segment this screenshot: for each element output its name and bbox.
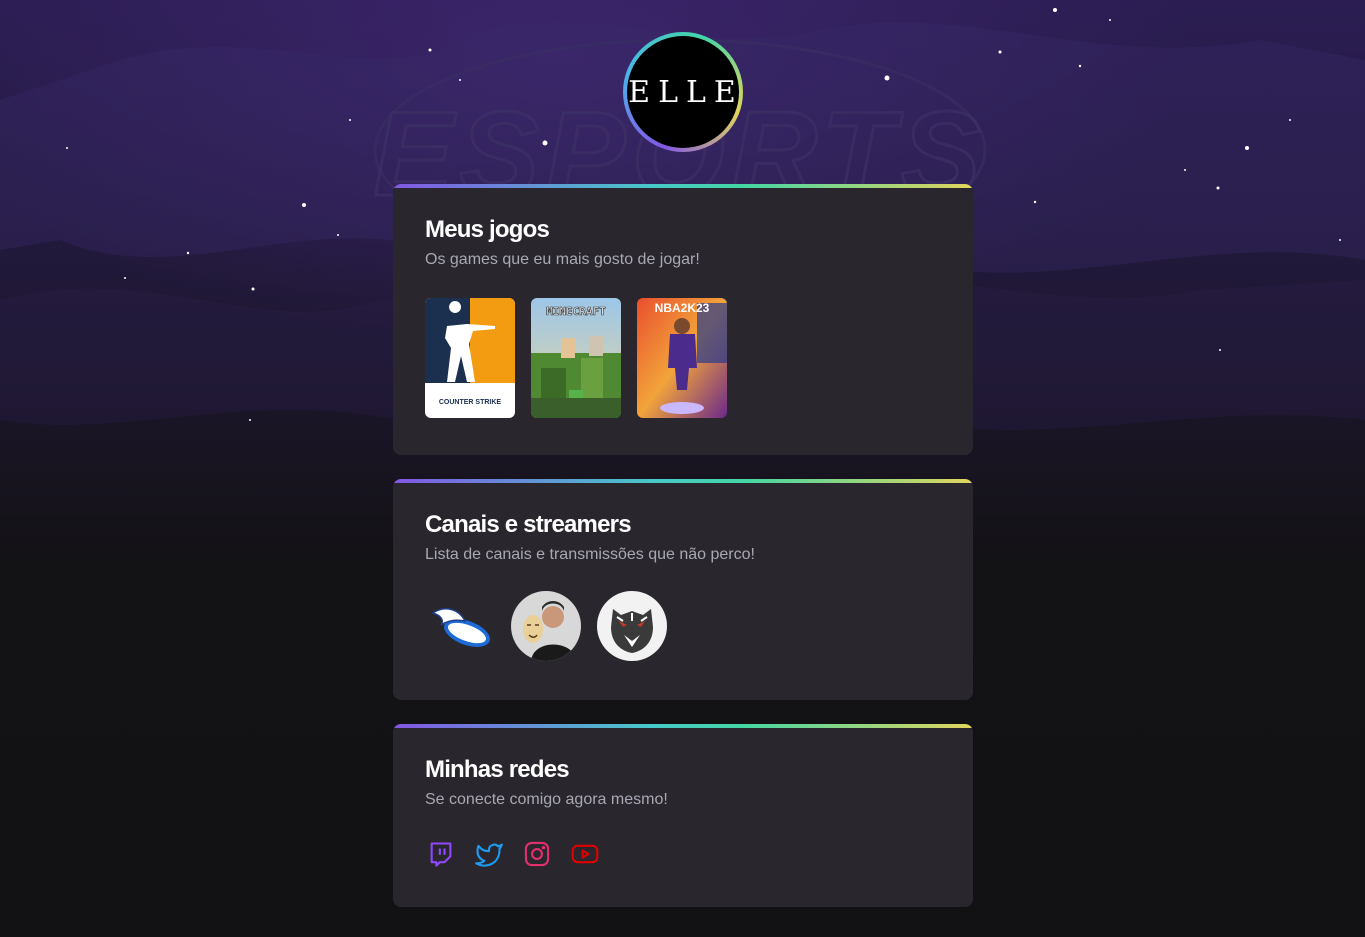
games-card: Meus jogos Os games que eu mais gosto de… xyxy=(393,184,973,455)
channels-title: Canais e streamers xyxy=(425,511,632,538)
instagram-icon xyxy=(524,841,550,867)
profile-avatar: ELLE xyxy=(623,32,743,152)
channels-subtitle: Lista de canais e transmissões que não p… xyxy=(425,546,755,563)
channel-winged-logo[interactable] xyxy=(425,591,495,661)
channels-list xyxy=(425,591,941,661)
twitch-link[interactable] xyxy=(425,838,457,870)
minecraft-logo-text: MINECRAFT xyxy=(546,305,606,318)
channel-tiger-logo[interactable] xyxy=(597,591,667,661)
games-title: Meus jogos xyxy=(425,216,550,243)
games-subtitle: Os games que eu mais gosto de jogar! xyxy=(425,251,700,268)
twitter-link[interactable] xyxy=(473,838,505,870)
game-cover-counter-strike[interactable]: COUNTER STRIKE xyxy=(425,298,515,418)
avatar-logo-text: ELLE xyxy=(627,36,739,148)
twitter-icon xyxy=(475,843,503,867)
game-cover-minecraft[interactable]: MINECRAFT xyxy=(531,298,621,418)
youtube-link[interactable] xyxy=(569,838,601,870)
instagram-link[interactable] xyxy=(521,838,553,870)
social-links xyxy=(425,838,941,870)
twitch-icon xyxy=(430,842,452,867)
game-cover-nba-2k23[interactable]: NBA2K23 xyxy=(637,298,727,418)
social-card: Minhas redes Se conecte comigo agora mes… xyxy=(393,724,973,907)
games-list: COUNTER STRIKE MINECRAFT NBA2K23 xyxy=(425,298,941,418)
social-title: Minhas redes xyxy=(425,756,570,783)
channel-streamer-with-mask[interactable] xyxy=(511,591,581,661)
counter-strike-logo-text: COUNTER STRIKE xyxy=(439,399,502,406)
youtube-icon xyxy=(571,844,599,864)
channels-card: Canais e streamers Lista de canais e tra… xyxy=(393,479,973,700)
nba-logo-text: NBA2K23 xyxy=(655,301,710,315)
social-subtitle: Se conecte comigo agora mesmo! xyxy=(425,791,668,808)
